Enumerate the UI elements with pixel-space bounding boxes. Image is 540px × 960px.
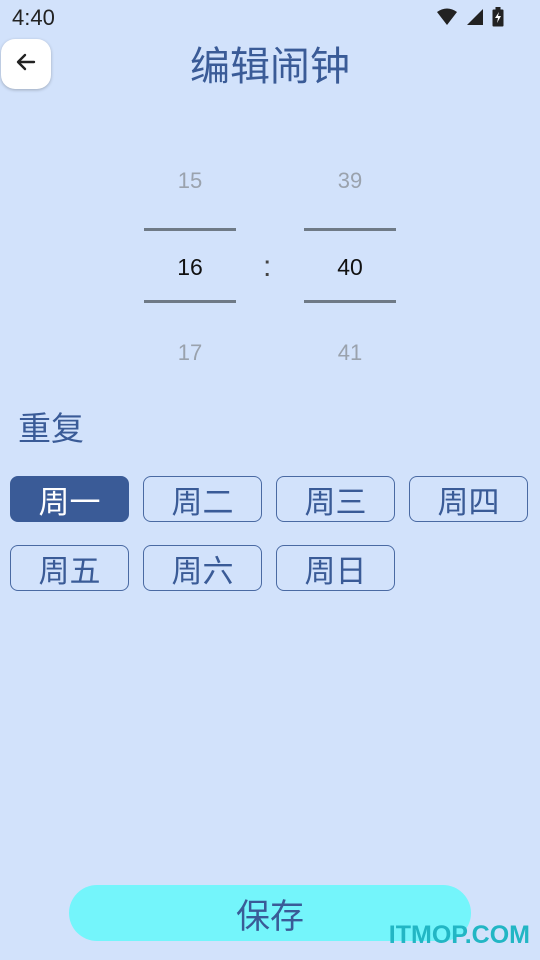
- time-separator: :: [263, 250, 272, 283]
- hour-picker[interactable]: 15 16 17: [144, 160, 236, 370]
- minute-next[interactable]: 41: [304, 340, 396, 366]
- day-button-wed[interactable]: 周三: [276, 476, 395, 522]
- repeat-label: 重复: [18, 409, 84, 448]
- hour-selected[interactable]: 16: [144, 254, 236, 281]
- minute-selected[interactable]: 40: [304, 254, 396, 281]
- wifi-icon: [436, 8, 458, 30]
- hour-divider-top: [144, 228, 236, 231]
- status-bar: 4:40: [0, 0, 540, 36]
- page-title: 编辑闹钟: [190, 44, 350, 90]
- day-button-sun[interactable]: 周日: [276, 545, 395, 591]
- day-button-sat[interactable]: 周六: [143, 545, 262, 591]
- minute-divider-bottom: [304, 300, 396, 303]
- signal-icon: [466, 8, 484, 30]
- battery-charging-icon: [492, 7, 504, 31]
- day-button-mon[interactable]: 周一: [10, 476, 129, 522]
- watermark: ITMOP.COM: [388, 921, 530, 949]
- minute-prev[interactable]: 39: [304, 168, 396, 194]
- minute-divider-top: [304, 228, 396, 231]
- status-time: 4:40: [12, 5, 55, 30]
- minute-picker[interactable]: 39 40 41: [304, 160, 396, 370]
- day-button-thu[interactable]: 周四: [409, 476, 528, 522]
- hour-prev[interactable]: 15: [144, 168, 236, 194]
- day-button-tue[interactable]: 周二: [143, 476, 262, 522]
- day-button-fri[interactable]: 周五: [10, 545, 129, 591]
- hour-next[interactable]: 17: [144, 340, 236, 366]
- hour-divider-bottom: [144, 300, 236, 303]
- status-icons: [436, 7, 504, 31]
